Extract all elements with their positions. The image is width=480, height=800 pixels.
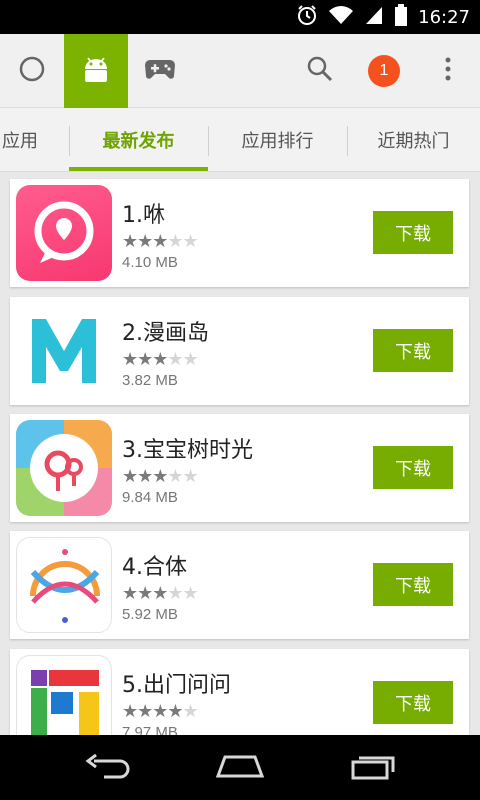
download-button[interactable]: 下载 [373,563,453,606]
games-category-button[interactable] [128,34,192,108]
tab-app-ranking[interactable]: 应用排行 [208,108,347,171]
tab-latest-release[interactable]: 最新发布 [69,108,208,171]
alarm-icon [296,4,318,30]
circle-button[interactable] [0,34,64,108]
apps-category-button[interactable] [64,34,128,108]
app-size: 9.84 MB [122,489,178,506]
app-name: 4.合体 [122,555,187,580]
app-name: 5.出门问问 [122,673,231,698]
more-vert-icon [444,56,452,86]
wifi-icon [328,5,354,29]
rating-stars: ★★★★★ [122,583,199,604]
app-size: 7.97 MB [122,724,178,735]
battery-icon [394,4,408,30]
app-name: 3.宝宝树时光 [122,438,253,463]
circle-icon [18,55,46,87]
baobaoshu-app-icon [16,420,112,516]
heti-app-icon [16,537,112,633]
download-button[interactable]: 下载 [373,446,453,489]
tab-apps[interactable]: 应用 [0,108,40,171]
app-name: 1.咻 [122,203,165,228]
chumenwenwen-app-icon [16,655,112,735]
rating-stars: ★★★★★ [122,466,199,487]
home-icon [215,754,265,782]
app-list: 1.咻 ★★★★★ 4.10 MB 下载 2.漫画岛 ★★★★★ 3.82 MB… [0,172,480,735]
home-button[interactable] [200,735,280,800]
app-card[interactable]: 3.宝宝树时光 ★★★★★ 9.84 MB 下载 [10,414,469,522]
search-icon [306,55,334,87]
app-size: 5.92 MB [122,606,178,623]
recents-button[interactable] [334,735,414,800]
search-button[interactable] [296,34,344,108]
overflow-menu-button[interactable] [424,34,472,108]
rating-stars: ★★★★★ [122,349,199,370]
app-size: 4.10 MB [122,254,178,271]
manhuadao-app-icon [16,303,112,399]
app-card[interactable]: 2.漫画岛 ★★★★★ 3.82 MB 下载 [10,297,469,405]
notification-badge: 1 [368,55,400,87]
app-size: 3.82 MB [122,372,178,389]
xiu-app-icon [16,185,112,281]
download-button[interactable]: 下载 [373,329,453,372]
status-bar: 16:27 [0,0,480,34]
system-nav-bar [0,735,480,800]
top-toolbar: 1 [0,34,480,108]
app-name: 2.漫画岛 [122,321,209,346]
app-card[interactable]: 5.出门问问 ★★★★★ 7.97 MB 下载 [10,649,469,735]
download-button[interactable]: 下载 [373,211,453,254]
android-icon [81,55,111,87]
notification-button[interactable]: 1 [360,34,408,108]
rating-stars: ★★★★★ [122,231,199,252]
back-button[interactable] [67,735,147,800]
rating-stars: ★★★★★ [122,701,199,722]
status-time: 16:27 [418,6,470,28]
download-button[interactable]: 下载 [373,681,453,724]
recents-icon [351,752,397,784]
gamepad-icon [144,57,176,85]
back-icon [84,753,130,783]
app-card[interactable]: 4.合体 ★★★★★ 5.92 MB 下载 [10,531,469,639]
category-tabs: 应用 最新发布 应用排行 近期热门 [0,108,480,172]
signal-icon [364,5,384,29]
tab-recent-hot[interactable]: 近期热门 [347,108,480,171]
app-card[interactable]: 1.咻 ★★★★★ 4.10 MB 下载 [10,179,469,287]
